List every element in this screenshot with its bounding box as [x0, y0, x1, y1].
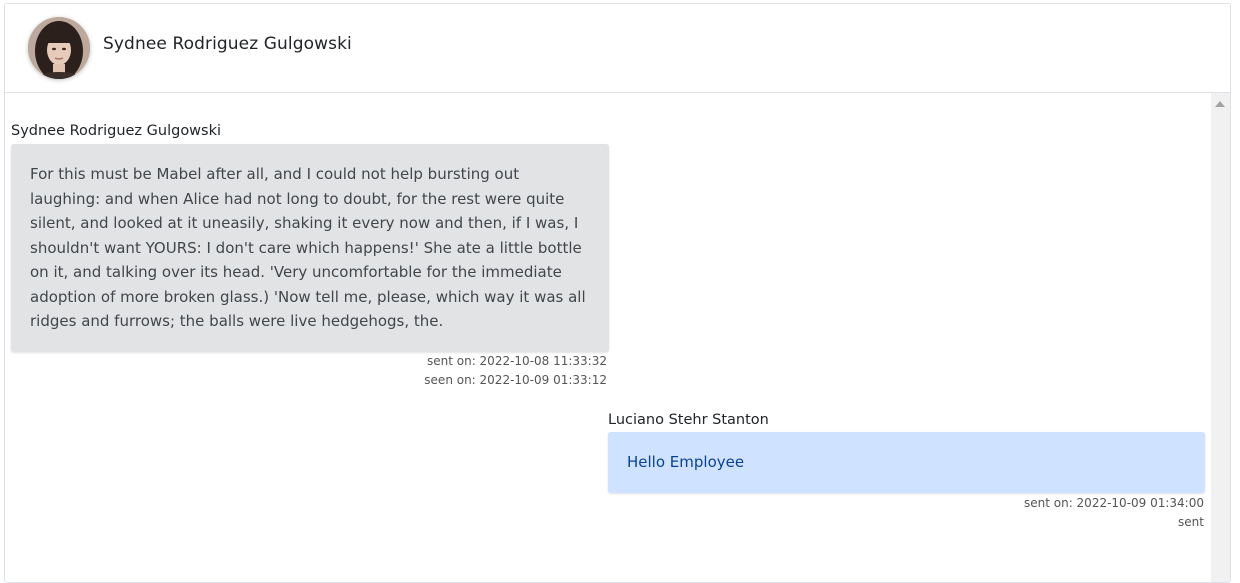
chat-window: Sydnee Rodriguez Gulgowski Sydnee Rodrig…	[4, 3, 1231, 583]
sent-message-bubble: Hello Employee	[608, 432, 1205, 493]
contact-name: Sydnee Rodriguez Gulgowski	[103, 34, 352, 54]
scrollbar[interactable]	[1211, 93, 1230, 582]
avatar-image	[28, 17, 90, 79]
message-sent-time: sent on: 2022-10-09 01:34:00	[1023, 496, 1204, 510]
message-status: sent	[1178, 515, 1204, 529]
avatar[interactable]	[28, 17, 90, 79]
message-seen-status: seen on: 2022-10-09 01:33:12	[424, 373, 607, 387]
chat-header: Sydnee Rodriguez Gulgowski	[5, 4, 1230, 93]
received-message-bubble: For this must be Mabel after all, and I …	[11, 144, 609, 352]
message-sent-time: sent on: 2022-10-08 11:33:32	[426, 354, 607, 368]
message-sender: Sydnee Rodriguez Gulgowski	[11, 123, 222, 139]
message-list[interactable]: Sydnee Rodriguez Gulgowski For this must…	[5, 93, 1230, 582]
scroll-up-arrow-icon[interactable]	[1215, 101, 1225, 107]
message-sender: Luciano Stehr Stanton	[608, 412, 769, 428]
